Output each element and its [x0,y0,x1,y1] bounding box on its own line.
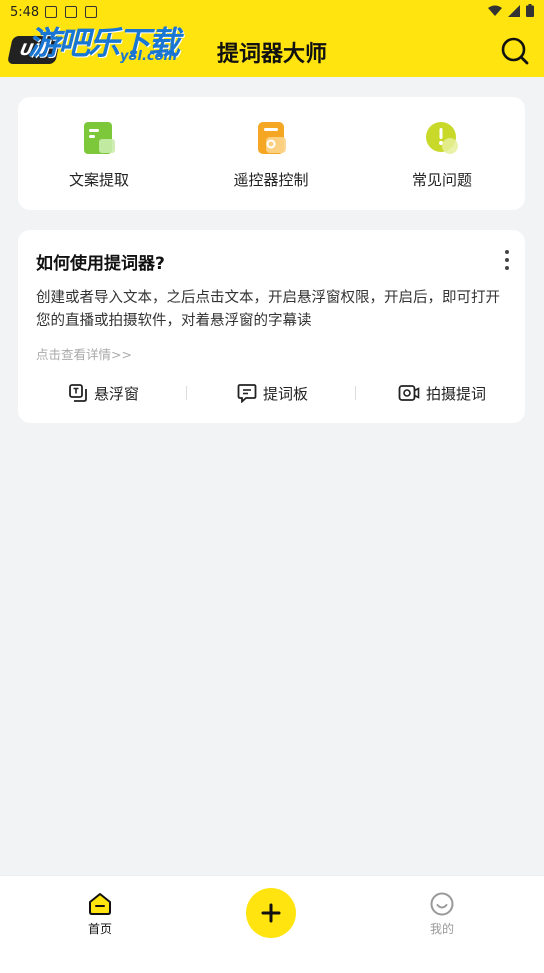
quick-action-text-extract[interactable]: 文案提取 [19,121,179,190]
quick-action-faq[interactable]: 常见问题 [362,121,522,190]
top-app-bar: 5:48 UU 游吧乐下载 y8l.com 提词器大师 [0,0,544,77]
wifi-icon [488,5,502,16]
floating-window-label: 悬浮窗 [94,384,140,403]
profile-smile-icon [430,892,454,916]
faq-icon [425,121,459,155]
usage-guide-card: 如何使用提词器? 创建或者导入文本，之后点击文本，开启悬浮窗权限，开启后，即可打… [18,230,525,423]
notification-icon [45,6,57,18]
plus-icon [261,903,281,923]
quick-action-label: 文案提取 [68,171,129,189]
camera-prompt-icon [398,385,420,401]
quick-actions-card: 文案提取 遥控器控制 常见问题 [18,97,525,210]
quick-action-label: 常见问题 [411,171,472,189]
nav-mine[interactable]: 我的 [412,891,472,937]
floating-window-button[interactable]: 悬浮窗 [68,380,139,406]
more-dot-icon [505,266,509,270]
battery-icon [526,4,534,17]
guide-description: 创建或者导入文本，之后点击文本，开启悬浮窗权限，开启后，即可打开您的直播或拍摄软… [36,290,500,329]
page-title: 提词器大师 [216,42,327,67]
camera-prompt-label: 拍摄提词 [426,384,487,403]
nav-home-label: 首页 [87,922,112,936]
floating-window-icon [69,384,87,402]
divider [355,386,356,400]
search-button[interactable] [500,36,530,66]
more-options-button[interactable] [503,250,511,270]
more-dot-icon [505,258,509,262]
app-icon [85,6,97,18]
home-icon [89,893,111,915]
prompter-board-button[interactable]: 提词板 [237,380,308,406]
more-dot-icon [505,250,509,254]
prompter-board-label: 提词板 [263,384,309,403]
guide-actions-row: 悬浮窗 提词板 拍摄提词 [18,380,525,406]
status-notification-icons [45,6,97,18]
prompter-board-icon [237,384,257,403]
remote-control-icon [254,121,288,155]
nav-home[interactable]: 首页 [70,891,130,937]
add-button[interactable] [246,888,296,938]
guide-title: 如何使用提词器? [36,254,165,274]
view-details-link[interactable]: 点击查看详情>> [36,344,132,363]
quick-action-remote-control[interactable]: 遥控器控制 [191,121,351,190]
download-icon [65,6,77,18]
signal-icon [508,4,520,17]
divider [186,386,187,400]
document-extract-icon [82,121,116,155]
nav-mine-label: 我的 [429,922,454,936]
bottom-navigation: 首页 我的 [0,875,544,973]
search-icon [501,37,529,65]
status-system-icons [488,4,534,17]
quick-action-label: 遥控器控制 [233,171,309,189]
camera-prompt-button[interactable]: 拍摄提词 [398,380,486,406]
